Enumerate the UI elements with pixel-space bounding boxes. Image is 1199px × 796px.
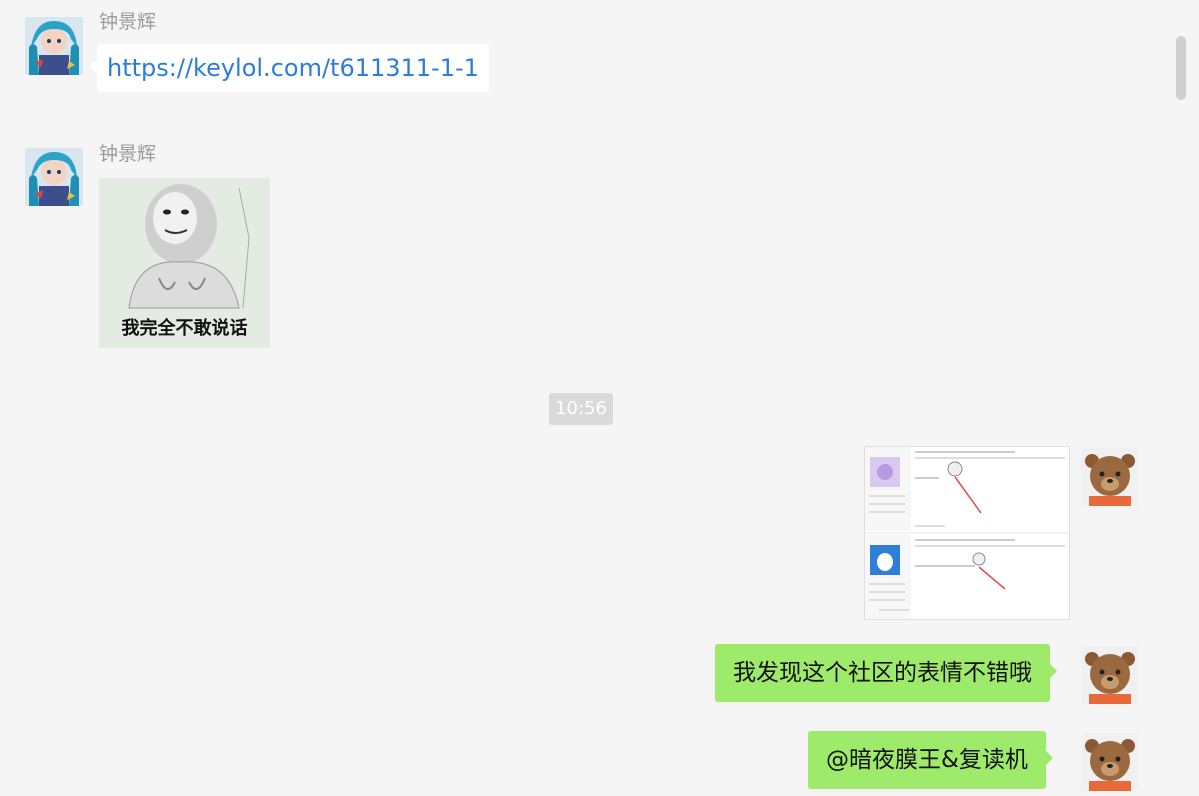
outgoing-message-bubble[interactable]: @暗夜膜王&复读机 [808,731,1053,789]
forum-screenshot-thumbnail [865,447,1069,619]
self-avatar[interactable] [1081,646,1139,704]
time-divider: 10:56 [549,393,613,425]
sent-image-thumbnail[interactable] [864,446,1070,620]
chat-message-list[interactable]: 钟景辉 https://keylol.com/t611311-1-1 钟景辉 我… [0,0,1170,796]
bear-avatar-icon [1081,646,1139,704]
self-avatar[interactable] [1081,733,1139,791]
sticker-caption: 我完全不敢说话 [121,318,248,339]
message-bubble-link[interactable]: https://keylol.com/t611311-1-1 [90,44,489,92]
bear-avatar-icon [1081,448,1139,506]
bear-avatar-icon [1081,733,1139,791]
message-text: @暗夜膜王&复读机 [826,747,1028,773]
anime-avatar-icon [25,148,83,206]
anime-avatar-icon [25,17,83,75]
self-avatar[interactable] [1081,448,1139,506]
contact-avatar[interactable] [25,17,83,75]
outgoing-message-bubble[interactable]: 我发现这个社区的表情不错哦 [715,644,1057,702]
contact-avatar[interactable] [25,148,83,206]
message-text: 我发现这个社区的表情不错哦 [733,660,1032,686]
message-link[interactable]: https://keylol.com/t611311-1-1 [107,54,479,82]
scrollbar-thumb[interactable] [1176,36,1186,100]
sender-name: 钟景辉 [99,11,157,33]
vertical-scrollbar[interactable] [1174,0,1188,796]
sender-name: 钟景辉 [99,143,157,165]
sticker-image[interactable]: 我完全不敢说话 [99,178,270,348]
